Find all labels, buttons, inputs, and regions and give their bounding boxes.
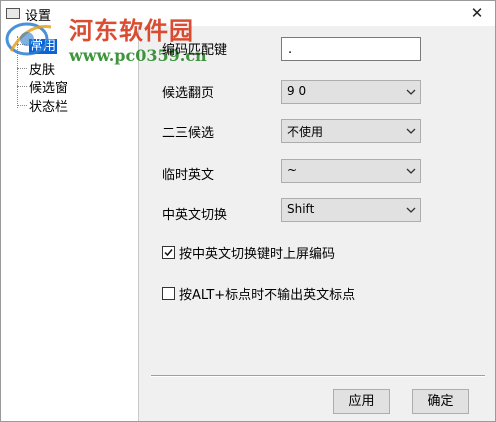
tree-connector xyxy=(17,68,27,69)
tree-item-skin[interactable]: 皮肤 xyxy=(29,59,55,78)
tree-item-label: 候选窗 xyxy=(29,81,69,96)
tree-item-status-bar[interactable]: 状态栏 xyxy=(29,96,68,115)
checkmark-icon xyxy=(164,249,173,257)
chevron-down-icon xyxy=(406,89,416,95)
select-value: 9 0 xyxy=(287,84,307,98)
tree-item-candidate-window[interactable]: 候选窗 xyxy=(29,77,68,96)
chevron-down-icon xyxy=(406,207,416,213)
settings-window: 设置 ✕ 常用 皮肤 候选窗 状态栏 河东软件园 www.pc0359.cn 编… xyxy=(0,0,496,422)
select-value: 不使用 xyxy=(287,125,324,139)
apply-button[interactable]: 应用 xyxy=(333,389,390,414)
chevron-down-icon xyxy=(406,168,416,174)
temp-english-label: 临时英文 xyxy=(162,168,215,183)
checkbox-label: 按ALT+标点时不输出英文标点 xyxy=(179,288,356,303)
select-value: Shift xyxy=(287,202,315,216)
tree-item-label: 状态栏 xyxy=(29,100,69,115)
page-key-select[interactable]: 9 0 xyxy=(281,80,421,104)
second-third-label: 二三候选 xyxy=(162,126,215,141)
tree-connector xyxy=(17,36,18,108)
tree-item-common[interactable]: 常用 xyxy=(29,35,58,54)
ok-button[interactable]: 确定 xyxy=(412,389,469,414)
alt-punct-checkbox[interactable]: 按ALT+标点时不输出英文标点 xyxy=(162,284,355,303)
tree-connector xyxy=(17,105,27,106)
tree-connector xyxy=(17,44,27,45)
divider xyxy=(151,375,485,377)
tree-item-label: 常用 xyxy=(29,39,58,54)
cn-en-switch-select[interactable]: Shift xyxy=(281,198,421,222)
app-window-icon xyxy=(6,8,20,19)
checkbox-label: 按中英文切换键时上屏编码 xyxy=(179,247,336,262)
checkbox-box xyxy=(162,246,175,259)
settings-category-tree: 常用 皮肤 候选窗 状态栏 xyxy=(1,26,139,421)
window-title: 设置 xyxy=(25,9,52,24)
tree-item-label: 皮肤 xyxy=(29,63,56,78)
match-key-input[interactable] xyxy=(281,37,421,61)
select-value: ~ xyxy=(287,163,298,177)
checkbox-box xyxy=(162,287,175,300)
temp-english-select[interactable]: ~ xyxy=(281,159,421,183)
close-button[interactable]: ✕ xyxy=(467,3,487,23)
page-key-label: 候选翻页 xyxy=(162,86,215,101)
chevron-down-icon xyxy=(406,128,416,134)
second-third-select[interactable]: 不使用 xyxy=(281,119,421,143)
tree-connector xyxy=(17,86,27,87)
commit-on-switch-checkbox[interactable]: 按中英文切换键时上屏编码 xyxy=(162,243,335,262)
cn-en-switch-label: 中英文切换 xyxy=(162,208,228,223)
match-key-label: 编码匹配键 xyxy=(162,43,228,58)
title-bar: 设置 ✕ xyxy=(1,1,495,26)
